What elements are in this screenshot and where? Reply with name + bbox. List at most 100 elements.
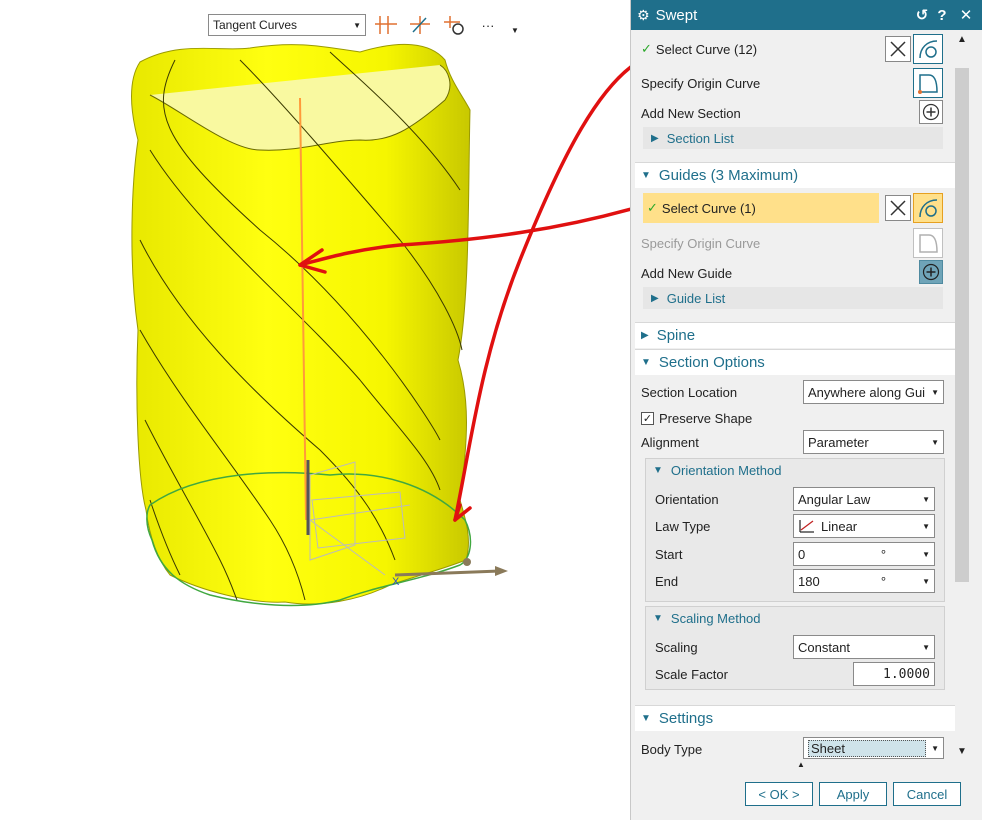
section-list-toggle[interactable]: ▶ Section List [643,127,943,149]
chevron-down-icon: ▼ [653,464,663,476]
dialog-titlebar: ⚙ Swept ↺ ? ✕ [631,0,982,30]
chevron-down-icon: ▼ [922,521,930,531]
chevron-down-icon: ▼ [353,20,361,30]
start-input[interactable]: 0 ° ▼ [793,542,935,566]
guide-list-toggle[interactable]: ▶ Guide List [643,287,943,309]
scale-factor-label: Scale Factor [655,666,728,682]
checkmark-icon: ✓ [641,41,652,56]
end-input[interactable]: 180 ° ▼ [793,569,935,593]
apply-button[interactable]: Apply [819,782,887,806]
body-type-dropdown[interactable]: Sheet ▼ [803,737,944,759]
preserve-shape-checkbox[interactable]: ✓ [641,411,654,425]
reverse-direction-icon[interactable] [885,195,911,221]
type-filter-dropdown[interactable]: Tangent Curves ▼ [208,14,366,36]
scaling-value: Constant [798,639,851,655]
preserve-shape-row[interactable]: ✓ Preserve Shape [641,408,951,428]
end-value: 180 [798,573,820,589]
guides-section-header[interactable]: ▼ Guides (3 Maximum) [635,162,955,188]
origin-curve-icon[interactable] [913,68,943,98]
chevron-down-icon: ▼ [641,170,651,181]
close-icon[interactable]: ✕ [956,6,976,24]
scaling-method-header[interactable]: ▼ Scaling Method [653,608,955,628]
alignment-value: Parameter [808,434,869,450]
section-location-dropdown[interactable]: Anywhere along Gui ▼ [803,380,944,404]
spine-section-header[interactable]: ▶ Spine [635,322,955,348]
select-guide-curve-label: Select Curve (1) [661,200,756,216]
chevron-right-icon: ▶ [651,292,659,304]
scroll-up-icon[interactable]: ▲ [953,30,971,48]
help-icon[interactable]: ? [932,7,952,24]
scrollbar-thumb[interactable] [955,68,969,582]
add-guide-button[interactable] [919,260,943,284]
section-location-value: Anywhere along Gui [808,384,926,400]
dialog-content: ✓ Select Curve (12) Specify Origin Curve… [635,30,955,760]
add-new-section-row: Add New Section [641,100,951,126]
chevron-right-icon: ▶ [651,132,659,144]
chevron-down-icon: ▼ [931,437,939,447]
chevron-down-icon: ▼ [931,387,939,397]
orientation-dropdown[interactable]: Angular Law ▼ [793,487,935,511]
orientation-method-header[interactable]: ▼ Orientation Method [653,460,955,480]
dialog-title: Swept [655,6,698,24]
law-type-value: Linear [821,518,858,534]
collapse-handle-icon[interactable]: ▲ [797,760,805,769]
preserve-shape-label: Preserve Shape [659,410,753,426]
scroll-down-icon[interactable]: ▼ [953,742,971,760]
alignment-label: Alignment [641,434,699,450]
scaling-label: Scaling [655,639,698,655]
select-guide-curve-row[interactable]: ✓ Select Curve (1) [643,193,879,223]
start-value: 0 [798,546,806,562]
end-unit: ° [880,573,887,589]
scaling-dropdown[interactable]: Constant ▼ [793,635,935,659]
section-location-label: Section Location [641,384,738,400]
guide-origin-curve-row: Specify Origin Curve [641,230,951,256]
scale-factor-value: 1.0000 [883,666,930,682]
guide-list-label: Guide List [666,290,726,306]
law-type-display: Linear [798,518,857,534]
curve-rule-icon[interactable] [372,13,400,37]
ok-button[interactable]: < OK > [745,782,813,806]
specify-origin-curve-row[interactable]: Specify Origin Curve [641,70,951,96]
settings-header-label: Settings [658,710,714,727]
orientation-value: Angular Law [798,491,871,507]
chevron-down-icon: ▼ [922,642,930,652]
origin-curve-icon [913,228,943,258]
curve-snap-icon[interactable] [440,13,468,37]
alignment-dropdown[interactable]: Parameter ▼ [803,430,944,454]
dialog-scrollbar[interactable]: ▲ ▼ [953,30,971,760]
graphics-viewport[interactable]: X Tangent Curves ▼ ··· ▼ [0,0,630,820]
curve-select-icon[interactable] [913,34,943,64]
start-unit: ° [880,546,887,562]
law-type-dropdown[interactable]: Linear ▼ [793,514,935,538]
reverse-direction-icon[interactable] [885,36,911,62]
swept-dialog: ⚙ Swept ↺ ? ✕ ✓ Select Curve (12) Specif… [630,0,982,820]
more-icon[interactable]: ··· [474,13,502,37]
chevron-down-icon: ▼ [653,612,663,624]
orientation-method-label: Orientation Method [670,462,782,478]
curve-intersect-icon[interactable] [406,13,434,37]
chevron-down-icon: ▼ [931,743,939,753]
guides-header-label: Guides (3 Maximum) [658,167,799,184]
section-options-header[interactable]: ▼ Section Options [635,349,955,375]
body-type-label: Body Type [641,741,703,757]
gear-icon: ⚙ [637,6,650,23]
guide-origin-curve-label: Specify Origin Curve [641,235,761,251]
overflow-icon[interactable]: ▼ [508,13,522,37]
select-section-curve-label: Select Curve (12) [655,41,758,57]
settings-section-header[interactable]: ▼ Settings [635,705,955,731]
add-new-guide-row: Add New Guide [641,260,951,286]
type-filter-value: Tangent Curves [213,18,298,32]
svg-text:X: X [392,576,400,588]
reset-icon[interactable]: ↺ [912,6,932,24]
orientation-label: Orientation [655,491,719,507]
section-list-label: Section List [666,130,734,146]
cancel-button[interactable]: Cancel [893,782,961,806]
curve-select-icon[interactable] [913,193,943,223]
scaling-method-label: Scaling Method [670,610,761,626]
scale-factor-input[interactable]: 1.0000 [853,662,935,686]
swept-surface-model[interactable]: X [0,0,630,820]
chevron-down-icon: ▼ [641,713,651,724]
spine-header-label: Spine [656,327,696,344]
body-type-value: Sheet [808,739,926,757]
add-section-button[interactable] [919,100,943,124]
